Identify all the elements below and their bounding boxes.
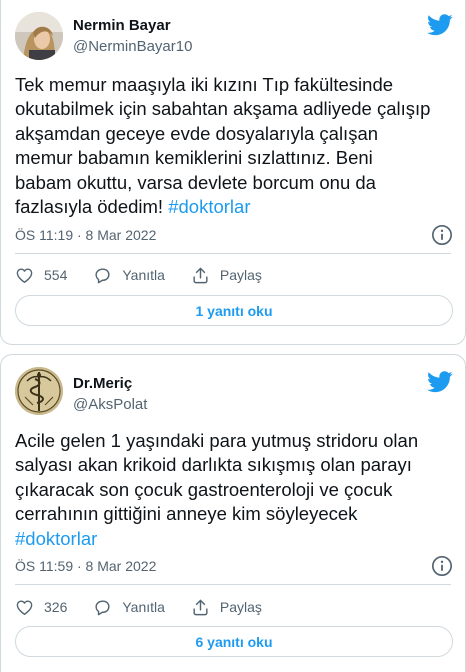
heart-icon <box>16 267 33 283</box>
avatar-photo <box>15 12 63 60</box>
tweet-text: Acile gelen 1 yaşındaki para yutmuş stri… <box>15 429 455 551</box>
read-replies-button[interactable]: 6 yanıtı oku <box>15 626 453 657</box>
heart-icon <box>16 599 33 615</box>
hashtag-link[interactable]: #doktorlar <box>15 528 97 549</box>
share-button[interactable]: Paylaş <box>191 266 262 285</box>
feed-gap <box>0 345 466 354</box>
reply-button[interactable]: Yanıtla <box>93 266 165 285</box>
author-name[interactable]: Nermin Bayar <box>73 17 171 34</box>
info-icon[interactable] <box>431 224 453 246</box>
action-bar: 554 Yanıtla Paylaş <box>15 263 288 287</box>
avatar-emblem <box>15 367 63 415</box>
tweet-timestamp[interactable]: ÖS 11:19 · 8 Mar 2022 <box>15 227 156 243</box>
reply-label: Yanıtla <box>122 267 165 283</box>
tweet-body: Acile gelen 1 yaşındaki para yutmuş stri… <box>15 430 419 525</box>
like-count: 554 <box>44 267 68 283</box>
tweet-card[interactable]: Dr.Meriç @AksPolat Acile gelen 1 yaşında… <box>0 354 466 672</box>
like-button[interactable]: 326 <box>15 598 67 617</box>
divider <box>15 253 451 254</box>
share-upload-icon <box>193 599 208 615</box>
tweet-card[interactable]: Nermin Bayar @NerminBayar10 Tek memur ma… <box>0 0 466 345</box>
read-replies-button[interactable]: 1 yanıtı oku <box>15 295 453 326</box>
twitter-bird-icon[interactable] <box>427 14 453 36</box>
action-bar: 326 Yanıtla Paylaş <box>15 595 288 619</box>
avatar[interactable] <box>15 12 63 60</box>
hashtag-link[interactable]: #doktorlar <box>168 196 250 217</box>
like-button[interactable]: 554 <box>15 266 67 285</box>
info-icon[interactable] <box>431 555 453 577</box>
share-label: Paylaş <box>219 599 262 615</box>
twitter-bird-icon[interactable] <box>427 371 453 393</box>
share-button[interactable]: Paylaş <box>191 598 262 617</box>
tweet-timestamp[interactable]: ÖS 11:59 · 8 Mar 2022 <box>15 558 156 574</box>
speech-bubble-icon <box>95 599 110 615</box>
reply-label: Yanıtla <box>122 599 165 615</box>
tweet-text: Tek memur maaşıyla iki kızını Tıp fakült… <box>15 73 455 219</box>
reply-button[interactable]: Yanıtla <box>93 598 165 617</box>
like-count: 326 <box>44 599 68 615</box>
author-name[interactable]: Dr.Meriç <box>73 375 132 392</box>
author-handle[interactable]: @AksPolat <box>73 396 147 413</box>
share-label: Paylaş <box>219 267 262 283</box>
author-handle[interactable]: @NerminBayar10 <box>73 38 192 55</box>
share-upload-icon <box>193 267 208 283</box>
divider <box>15 584 451 585</box>
avatar[interactable] <box>15 367 63 415</box>
speech-bubble-icon <box>95 267 110 283</box>
